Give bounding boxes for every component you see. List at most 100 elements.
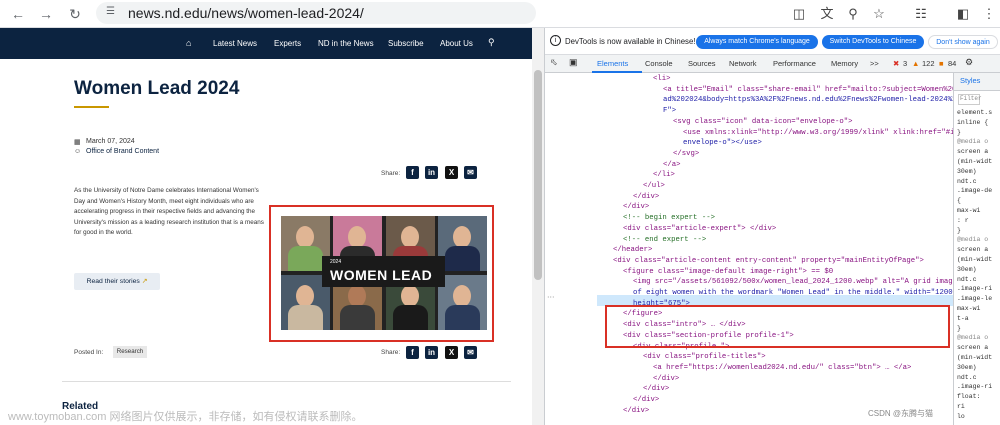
match-language-button[interactable]: Always match Chrome's language xyxy=(696,35,818,49)
dom-node-line[interactable]: </header> xyxy=(613,245,652,256)
dom-node-line[interactable]: </div> xyxy=(633,192,659,203)
x-twitter-icon[interactable]: X xyxy=(445,346,458,359)
home-icon[interactable]: ⌂ xyxy=(186,38,191,48)
extensions-icon[interactable]: ☷ xyxy=(912,5,930,23)
dom-node-line[interactable]: </li> xyxy=(653,170,675,181)
style-rule-line: @media o xyxy=(957,236,989,244)
style-rule-line: ri xyxy=(957,403,965,410)
dom-node-line[interactable]: <img src="/assets/561092/500x/women_lead… xyxy=(633,277,953,288)
translate-icon[interactable]: 文 xyxy=(818,5,836,23)
linkedin-icon[interactable]: in xyxy=(425,166,438,179)
side-panel-icon[interactable]: ◧ xyxy=(954,5,972,23)
linkedin-icon[interactable]: in xyxy=(425,346,438,359)
author-icon: ☺ xyxy=(74,148,82,155)
address-bar[interactable]: ☰ news.nd.edu/news/women-lead-2024/ xyxy=(96,2,536,24)
tab-sources[interactable]: Sources xyxy=(688,59,716,68)
dont-show-button[interactable]: Don't show again xyxy=(928,35,998,49)
tab-styles[interactable]: Styles xyxy=(960,76,980,85)
article-author[interactable]: Office of Brand Content xyxy=(86,148,159,155)
dom-node-line[interactable]: <a title="Email" class="share-email" hre… xyxy=(663,85,953,96)
info-count[interactable]: 84 xyxy=(948,59,956,68)
dom-node-line[interactable]: </svg> xyxy=(673,149,699,160)
warning-count[interactable]: 122 xyxy=(922,59,935,68)
dom-node-line[interactable]: <svg class="icon" data-icon="envelope-o"… xyxy=(673,117,853,128)
tag-research[interactable]: Research xyxy=(113,346,147,358)
external-link-icon: ↗ xyxy=(141,278,148,285)
tab-performance[interactable]: Performance xyxy=(773,59,816,68)
dom-node-line[interactable]: <div class="article-expert"> </div> xyxy=(623,224,776,235)
dom-node-line[interactable]: <a href="https://womenlead2024.nd.edu/" … xyxy=(653,363,911,374)
warning-icon[interactable]: ▲ xyxy=(912,59,919,68)
url-text: news.nd.edu/news/women-lead-2024/ xyxy=(128,5,364,21)
nav-nd-in-the-news[interactable]: ND in the News xyxy=(318,39,374,48)
style-rule-line: @media o xyxy=(957,138,989,146)
settings-gear-icon[interactable]: ⚙ xyxy=(965,57,973,68)
dom-node-line[interactable]: F"> xyxy=(663,106,676,117)
elements-dom-tree[interactable]: <li> <a title="Email" class="share-email"… xyxy=(545,73,953,425)
site-info-icon[interactable]: ☰ xyxy=(106,6,115,17)
nav-about-us[interactable]: About Us xyxy=(440,39,473,48)
nav-latest-news[interactable]: Latest News xyxy=(213,39,257,48)
dom-node-line[interactable]: </div> xyxy=(623,406,649,417)
bookmark-star-icon[interactable]: ☆ xyxy=(870,5,888,23)
switch-chinese-button[interactable]: Switch DevTools to Chinese xyxy=(822,35,924,49)
style-rule-line: screen a xyxy=(957,344,989,352)
style-rule-line: } xyxy=(957,128,961,136)
info-badge-icon[interactable]: ■ xyxy=(939,59,944,68)
tab-elements[interactable]: Elements xyxy=(597,59,628,68)
dom-node-line[interactable]: </div> xyxy=(623,202,649,213)
zoom-icon[interactable]: ⚲ xyxy=(844,5,862,23)
dom-node-line[interactable]: <div class="profile-titles"> xyxy=(643,352,766,363)
tab-memory[interactable]: Memory xyxy=(831,59,858,68)
browser-toolbar: ← → ↻ ☰ news.nd.edu/news/women-lead-2024… xyxy=(0,0,1000,28)
style-rule-line: .image-de xyxy=(957,187,993,195)
dom-node-line[interactable]: <use xmlns:xlink="http://www.w3.org/1999… xyxy=(683,128,953,139)
devtools-language-banner: i DevTools is now available in Chinese! … xyxy=(545,28,1000,55)
dom-node-line[interactable]: <!-- end expert --> xyxy=(623,235,706,246)
facebook-icon[interactable]: f xyxy=(406,346,419,359)
facebook-icon[interactable]: f xyxy=(406,166,419,179)
dom-node-line[interactable]: <div class="article-content entry-conten… xyxy=(613,256,924,267)
back-arrow-icon[interactable]: ← xyxy=(10,6,26,22)
x-twitter-icon[interactable]: X xyxy=(445,166,458,179)
style-rule-line: 30em) xyxy=(957,363,977,371)
dom-node-line[interactable]: of eight women with the wordmark "Women … xyxy=(633,288,953,299)
email-envelope-icon[interactable]: ✉ xyxy=(464,166,477,179)
article-date: March 07, 2024 xyxy=(86,138,135,145)
node-ellipsis-icon[interactable]: ⋯ xyxy=(547,293,554,304)
email-envelope-icon[interactable]: ✉ xyxy=(464,346,477,359)
dom-node-line[interactable]: </div> xyxy=(643,384,669,395)
dom-node-line[interactable]: </a> xyxy=(663,160,681,171)
inspect-element-icon[interactable]: ⬁ xyxy=(550,57,558,68)
error-icon[interactable]: ✖ xyxy=(893,59,899,68)
dom-node-line[interactable]: </div> xyxy=(633,395,659,406)
error-count[interactable]: 3 xyxy=(903,59,907,68)
styles-filter-input[interactable]: Filter xyxy=(958,94,982,105)
dom-node-line[interactable]: ad%202024&body=https%3A%2F%2Fnews.nd.edu… xyxy=(663,95,953,106)
dom-node-line[interactable]: <!-- begin expert --> xyxy=(623,213,715,224)
scrollbar-thumb[interactable] xyxy=(534,70,542,280)
more-tabs-button[interactable]: >> xyxy=(870,59,879,68)
tab-console[interactable]: Console xyxy=(645,59,673,68)
style-rule-line: ndt.c xyxy=(957,177,977,185)
dom-node-line[interactable]: <figure class="image-default image-right… xyxy=(623,267,833,278)
read-stories-button[interactable]: Read their stories ↗ xyxy=(74,273,160,290)
dom-node-line[interactable]: </div> xyxy=(653,374,679,385)
posted-in-label: Posted In: xyxy=(74,349,104,356)
reload-icon[interactable]: ↻ xyxy=(67,6,83,22)
search-icon[interactable]: ⚲ xyxy=(488,37,495,48)
tab-network[interactable]: Network xyxy=(729,59,757,68)
nav-experts[interactable]: Experts xyxy=(274,39,301,48)
dom-node-line[interactable]: envelope-o"></use> xyxy=(683,138,762,149)
install-app-icon[interactable]: ◫ xyxy=(790,5,808,23)
nav-subscribe[interactable]: Subscribe xyxy=(388,39,424,48)
dom-node-line[interactable]: <li> xyxy=(653,74,671,85)
style-rule-line: float: xyxy=(957,393,981,401)
styles-pane: Styles Filter element.s inline {} @media o… xyxy=(953,73,1000,425)
menu-dots-icon[interactable]: ⋮ xyxy=(980,5,998,23)
device-toggle-icon[interactable]: ▣ xyxy=(569,57,578,68)
style-rule-line: 30em) xyxy=(957,167,977,175)
forward-arrow-icon[interactable]: → xyxy=(38,6,54,22)
style-rule-line: ndt.c xyxy=(957,275,977,283)
dom-node-line[interactable]: </ul> xyxy=(643,181,665,192)
